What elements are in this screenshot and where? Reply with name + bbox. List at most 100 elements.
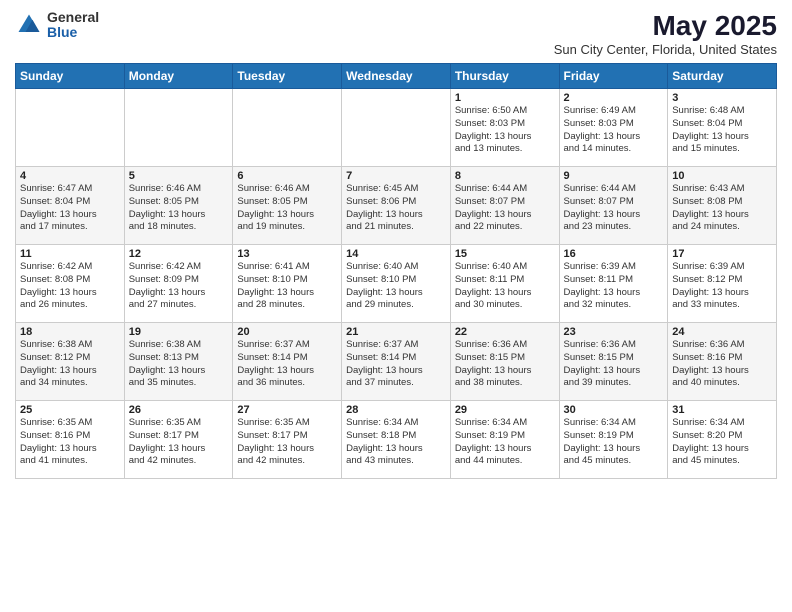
day-number: 5 bbox=[129, 170, 229, 182]
day-info: Sunrise: 6:35 AMSunset: 8:16 PMDaylight:… bbox=[20, 417, 120, 468]
day-number: 16 bbox=[564, 248, 664, 260]
day-number: 14 bbox=[346, 248, 446, 260]
subtitle: Sun City Center, Florida, United States bbox=[554, 42, 777, 57]
calendar-cell: 14Sunrise: 6:40 AMSunset: 8:10 PMDayligh… bbox=[342, 245, 451, 323]
calendar-cell bbox=[124, 89, 233, 167]
logo-blue-text: Blue bbox=[47, 25, 99, 40]
calendar-cell bbox=[342, 89, 451, 167]
logo-general-text: General bbox=[47, 10, 99, 25]
day-info: Sunrise: 6:44 AMSunset: 8:07 PMDaylight:… bbox=[455, 183, 555, 234]
day-info: Sunrise: 6:46 AMSunset: 8:05 PMDaylight:… bbox=[129, 183, 229, 234]
calendar-week-2: 4Sunrise: 6:47 AMSunset: 8:04 PMDaylight… bbox=[16, 167, 777, 245]
day-number: 8 bbox=[455, 170, 555, 182]
day-number: 24 bbox=[672, 326, 772, 338]
day-info: Sunrise: 6:41 AMSunset: 8:10 PMDaylight:… bbox=[237, 261, 337, 312]
calendar-cell: 10Sunrise: 6:43 AMSunset: 8:08 PMDayligh… bbox=[668, 167, 777, 245]
day-number: 19 bbox=[129, 326, 229, 338]
calendar-cell: 5Sunrise: 6:46 AMSunset: 8:05 PMDaylight… bbox=[124, 167, 233, 245]
calendar-cell: 16Sunrise: 6:39 AMSunset: 8:11 PMDayligh… bbox=[559, 245, 668, 323]
day-info: Sunrise: 6:40 AMSunset: 8:10 PMDaylight:… bbox=[346, 261, 446, 312]
calendar-week-1: 1Sunrise: 6:50 AMSunset: 8:03 PMDaylight… bbox=[16, 89, 777, 167]
calendar-cell bbox=[16, 89, 125, 167]
day-number: 9 bbox=[564, 170, 664, 182]
day-info: Sunrise: 6:45 AMSunset: 8:06 PMDaylight:… bbox=[346, 183, 446, 234]
day-number: 4 bbox=[20, 170, 120, 182]
logo-icon bbox=[15, 11, 43, 39]
calendar-cell: 21Sunrise: 6:37 AMSunset: 8:14 PMDayligh… bbox=[342, 323, 451, 401]
col-header-sunday: Sunday bbox=[16, 64, 125, 89]
day-info: Sunrise: 6:39 AMSunset: 8:11 PMDaylight:… bbox=[564, 261, 664, 312]
logo: General Blue bbox=[15, 10, 99, 41]
day-info: Sunrise: 6:37 AMSunset: 8:14 PMDaylight:… bbox=[346, 339, 446, 390]
day-number: 13 bbox=[237, 248, 337, 260]
col-header-friday: Friday bbox=[559, 64, 668, 89]
day-number: 28 bbox=[346, 404, 446, 416]
calendar-cell: 8Sunrise: 6:44 AMSunset: 8:07 PMDaylight… bbox=[450, 167, 559, 245]
day-info: Sunrise: 6:38 AMSunset: 8:12 PMDaylight:… bbox=[20, 339, 120, 390]
calendar-cell: 22Sunrise: 6:36 AMSunset: 8:15 PMDayligh… bbox=[450, 323, 559, 401]
calendar-cell: 1Sunrise: 6:50 AMSunset: 8:03 PMDaylight… bbox=[450, 89, 559, 167]
day-info: Sunrise: 6:37 AMSunset: 8:14 PMDaylight:… bbox=[237, 339, 337, 390]
day-info: Sunrise: 6:36 AMSunset: 8:16 PMDaylight:… bbox=[672, 339, 772, 390]
day-number: 31 bbox=[672, 404, 772, 416]
calendar-cell: 27Sunrise: 6:35 AMSunset: 8:17 PMDayligh… bbox=[233, 401, 342, 479]
calendar-cell: 2Sunrise: 6:49 AMSunset: 8:03 PMDaylight… bbox=[559, 89, 668, 167]
day-number: 10 bbox=[672, 170, 772, 182]
calendar-cell: 3Sunrise: 6:48 AMSunset: 8:04 PMDaylight… bbox=[668, 89, 777, 167]
day-number: 12 bbox=[129, 248, 229, 260]
day-number: 3 bbox=[672, 92, 772, 104]
calendar-cell: 18Sunrise: 6:38 AMSunset: 8:12 PMDayligh… bbox=[16, 323, 125, 401]
calendar-cell: 11Sunrise: 6:42 AMSunset: 8:08 PMDayligh… bbox=[16, 245, 125, 323]
calendar-week-5: 25Sunrise: 6:35 AMSunset: 8:16 PMDayligh… bbox=[16, 401, 777, 479]
calendar-table: SundayMondayTuesdayWednesdayThursdayFrid… bbox=[15, 63, 777, 479]
calendar-body: 1Sunrise: 6:50 AMSunset: 8:03 PMDaylight… bbox=[16, 89, 777, 479]
calendar-cell: 25Sunrise: 6:35 AMSunset: 8:16 PMDayligh… bbox=[16, 401, 125, 479]
day-info: Sunrise: 6:36 AMSunset: 8:15 PMDaylight:… bbox=[455, 339, 555, 390]
day-number: 21 bbox=[346, 326, 446, 338]
day-number: 2 bbox=[564, 92, 664, 104]
col-header-saturday: Saturday bbox=[668, 64, 777, 89]
day-number: 17 bbox=[672, 248, 772, 260]
day-info: Sunrise: 6:44 AMSunset: 8:07 PMDaylight:… bbox=[564, 183, 664, 234]
calendar-cell: 24Sunrise: 6:36 AMSunset: 8:16 PMDayligh… bbox=[668, 323, 777, 401]
calendar-cell: 29Sunrise: 6:34 AMSunset: 8:19 PMDayligh… bbox=[450, 401, 559, 479]
day-number: 26 bbox=[129, 404, 229, 416]
col-header-tuesday: Tuesday bbox=[233, 64, 342, 89]
day-info: Sunrise: 6:34 AMSunset: 8:18 PMDaylight:… bbox=[346, 417, 446, 468]
day-number: 18 bbox=[20, 326, 120, 338]
calendar-week-4: 18Sunrise: 6:38 AMSunset: 8:12 PMDayligh… bbox=[16, 323, 777, 401]
page: General Blue May 2025 Sun City Center, F… bbox=[0, 0, 792, 612]
day-info: Sunrise: 6:49 AMSunset: 8:03 PMDaylight:… bbox=[564, 105, 664, 156]
day-info: Sunrise: 6:39 AMSunset: 8:12 PMDaylight:… bbox=[672, 261, 772, 312]
calendar-cell: 13Sunrise: 6:41 AMSunset: 8:10 PMDayligh… bbox=[233, 245, 342, 323]
calendar-cell: 6Sunrise: 6:46 AMSunset: 8:05 PMDaylight… bbox=[233, 167, 342, 245]
calendar-cell: 19Sunrise: 6:38 AMSunset: 8:13 PMDayligh… bbox=[124, 323, 233, 401]
day-number: 6 bbox=[237, 170, 337, 182]
day-info: Sunrise: 6:50 AMSunset: 8:03 PMDaylight:… bbox=[455, 105, 555, 156]
calendar-cell: 15Sunrise: 6:40 AMSunset: 8:11 PMDayligh… bbox=[450, 245, 559, 323]
day-info: Sunrise: 6:34 AMSunset: 8:19 PMDaylight:… bbox=[455, 417, 555, 468]
col-header-wednesday: Wednesday bbox=[342, 64, 451, 89]
calendar-cell: 9Sunrise: 6:44 AMSunset: 8:07 PMDaylight… bbox=[559, 167, 668, 245]
day-number: 7 bbox=[346, 170, 446, 182]
calendar-cell: 28Sunrise: 6:34 AMSunset: 8:18 PMDayligh… bbox=[342, 401, 451, 479]
day-info: Sunrise: 6:42 AMSunset: 8:08 PMDaylight:… bbox=[20, 261, 120, 312]
day-info: Sunrise: 6:40 AMSunset: 8:11 PMDaylight:… bbox=[455, 261, 555, 312]
calendar-cell: 12Sunrise: 6:42 AMSunset: 8:09 PMDayligh… bbox=[124, 245, 233, 323]
day-number: 25 bbox=[20, 404, 120, 416]
calendar-header: SundayMondayTuesdayWednesdayThursdayFrid… bbox=[16, 64, 777, 89]
day-info: Sunrise: 6:36 AMSunset: 8:15 PMDaylight:… bbox=[564, 339, 664, 390]
logo-text: General Blue bbox=[47, 10, 99, 41]
title-block: May 2025 Sun City Center, Florida, Unite… bbox=[554, 10, 777, 57]
day-info: Sunrise: 6:35 AMSunset: 8:17 PMDaylight:… bbox=[237, 417, 337, 468]
calendar-cell: 30Sunrise: 6:34 AMSunset: 8:19 PMDayligh… bbox=[559, 401, 668, 479]
calendar-cell bbox=[233, 89, 342, 167]
calendar-cell: 20Sunrise: 6:37 AMSunset: 8:14 PMDayligh… bbox=[233, 323, 342, 401]
main-title: May 2025 bbox=[554, 10, 777, 42]
calendar-cell: 7Sunrise: 6:45 AMSunset: 8:06 PMDaylight… bbox=[342, 167, 451, 245]
calendar-week-3: 11Sunrise: 6:42 AMSunset: 8:08 PMDayligh… bbox=[16, 245, 777, 323]
header: General Blue May 2025 Sun City Center, F… bbox=[15, 10, 777, 57]
day-number: 27 bbox=[237, 404, 337, 416]
header-row: SundayMondayTuesdayWednesdayThursdayFrid… bbox=[16, 64, 777, 89]
day-info: Sunrise: 6:42 AMSunset: 8:09 PMDaylight:… bbox=[129, 261, 229, 312]
